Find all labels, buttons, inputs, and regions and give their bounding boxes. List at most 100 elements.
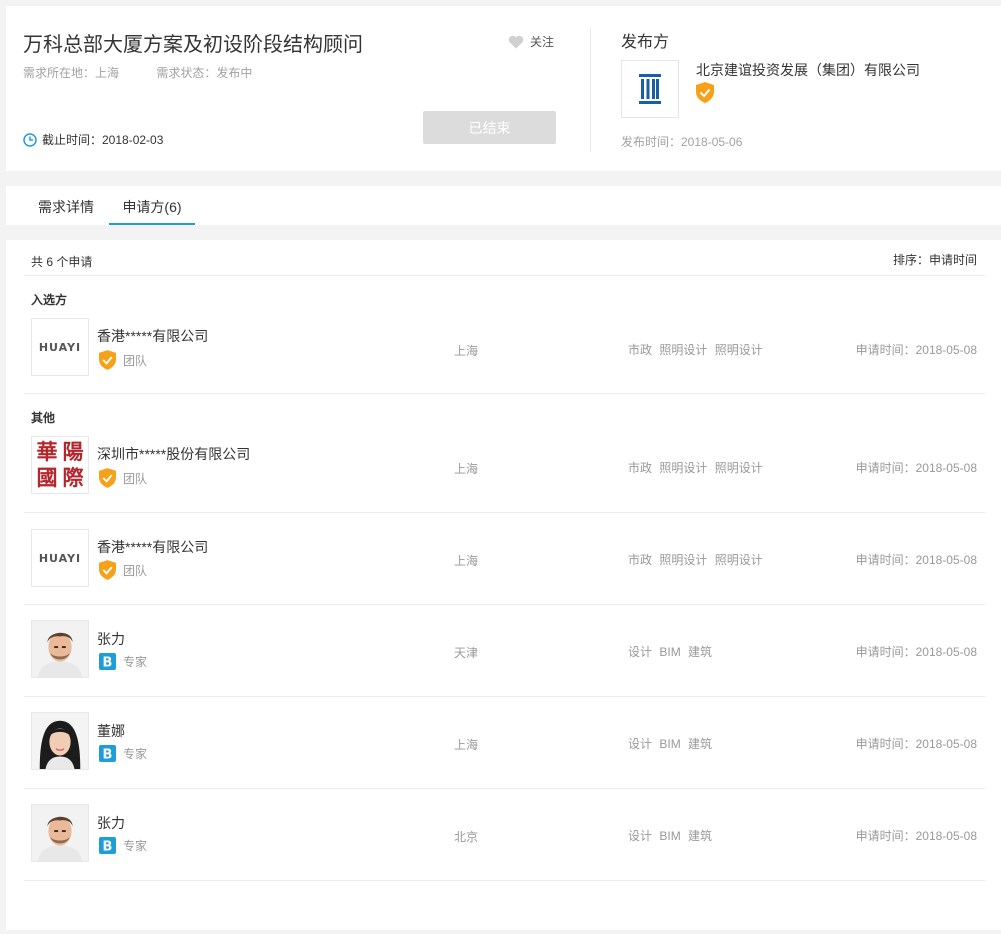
logo-char: 國 [36,465,58,490]
applicant-type: 专家 [123,655,148,669]
avatar[interactable]: HUAYI [31,318,89,376]
verified-shield-icon [99,468,116,488]
avatar[interactable] [31,804,89,862]
tag: 建筑 [688,829,713,843]
applicant-city: 上海 [454,344,479,358]
apply-time: 申请时间：2018-05-08 [855,343,977,357]
sort-control[interactable]: 排序：申请时间 [893,251,977,268]
applicant-tags: 市政 照明设计 照明设计 [628,459,767,476]
tag: 照明设计 [714,461,763,475]
apply-time: 申请时间：2018-05-08 [855,829,977,843]
divider [590,28,591,152]
apply-time: 申请时间：2018-05-08 [855,737,977,751]
applicant-type-badge: B 专家 [99,837,147,854]
expert-b-icon: B [99,745,116,762]
applicant-city: 上海 [454,738,479,752]
logo-char: 華 [36,439,58,464]
applicant-type-badge: 团队 [99,560,147,580]
applicant-tags: 市政 照明设计 照明设计 [628,551,767,568]
male-avatar-photo [32,805,88,861]
avatar[interactable] [31,712,89,770]
applicant-city: 天津 [454,646,479,660]
demand-meta: 需求所在地：上海 需求状态：发布中 [23,64,252,81]
clock-icon [23,132,37,147]
apply-time: 申请时间：2018-05-08 [855,645,977,659]
publisher-name[interactable]: 北京建谊投资发展（集团）有限公司 [696,60,920,80]
verified-badge [696,82,714,106]
tag: 市政 [628,553,653,567]
applicant-tags: 设计 BIM 建筑 [628,827,716,844]
applicant-type-badge: B 专家 [99,745,147,762]
applicant-name[interactable]: 张力 [97,813,125,833]
applicant-name[interactable]: 香港*****有限公司 [97,537,208,557]
applicant-name[interactable]: 董娜 [97,721,125,741]
follow-button[interactable]: 关注 [508,33,554,50]
applicant-type: 专家 [123,747,148,761]
pillar-logo-icon [639,74,661,104]
huayi-logo: HUAYI [38,340,82,354]
avatar[interactable]: HUAYI [31,529,89,587]
applicant-type-badge: 团队 [99,350,147,370]
applicant-name[interactable]: 张力 [97,629,125,649]
follow-label: 关注 [530,35,555,49]
list-item[interactable]: 華 陽 國 際 深圳市*****股份有限公司 团队 上海 市政 照明设计 照明设… [24,428,985,513]
applicant-tags: 设计 BIM 建筑 [628,643,716,660]
list-item[interactable]: 张力 B 专家 北京 设计 BIM 建筑 申请时间：2018-05-08 [24,789,985,881]
list-header: 共 6 个申请 排序：申请时间 [24,240,985,276]
avatar[interactable] [31,620,89,678]
list-item[interactable]: HUAYI 香港*****有限公司 团队 上海 市政 照明设计 照明设计 申请时… [24,513,985,605]
applicant-type: 团队 [123,471,148,486]
tag: 设计 [628,645,653,659]
tag: 市政 [628,343,653,357]
female-avatar-photo [32,713,88,769]
verified-shield-icon [99,350,116,370]
tab-bar: 需求详情 申请方(6) [6,186,1001,225]
applicant-city: 上海 [454,554,479,568]
expert-b-icon: B [99,837,116,854]
applicant-name[interactable]: 深圳市*****股份有限公司 [97,444,250,464]
publisher-logo[interactable] [621,60,679,118]
tag: BIM [659,645,681,659]
demand-location: 需求所在地：上海 [23,66,120,80]
svg-text:B: B [103,748,113,763]
list-item[interactable]: HUAYI 香港*****有限公司 团队 上海 市政 照明设计 照明设计 申请时… [24,310,985,394]
list-item[interactable]: 董娜 B 专家 上海 设计 BIM 建筑 申请时间：2018-05-08 [24,697,985,789]
tag: 市政 [628,461,653,475]
applicant-name[interactable]: 香港*****有限公司 [97,326,208,346]
applicant-type-badge: 团队 [99,468,147,488]
tag: 建筑 [688,737,713,751]
applicant-type: 团队 [123,563,148,578]
applicant-tags: 设计 BIM 建筑 [628,735,716,752]
tag: 照明设计 [659,461,708,475]
huayi-logo: HUAYI [38,551,82,565]
svg-text:B: B [103,656,113,671]
svg-text:B: B [103,840,113,855]
apply-time: 申请时间：2018-05-08 [855,461,977,475]
avatar[interactable]: 華 陽 國 際 [31,436,89,494]
male-avatar-photo [32,621,88,677]
verified-shield-icon [99,560,116,580]
tag: 设计 [628,737,653,751]
list-item[interactable]: 张力 B 专家 天津 设计 BIM 建筑 申请时间：2018-05-08 [24,605,985,697]
tag: 照明设计 [714,343,763,357]
applicant-type-badge: B 专家 [99,653,147,670]
publisher-label: 发布方 [621,34,670,51]
deadline: 截止时间：2018-02-03 [23,131,163,148]
tag: 照明设计 [714,553,763,567]
verified-shield-icon [696,82,714,103]
applicant-type: 专家 [123,839,148,853]
ended-button[interactable]: 已结束 [423,111,556,144]
tab-demand-details[interactable]: 需求详情 [38,186,94,225]
applicant-list: 共 6 个申请 排序：申请时间 入选方 HUAYI 香港*****有限公司 团队… [6,240,1001,930]
applicant-city: 上海 [454,462,479,476]
total-count: 共 6 个申请 [31,255,93,269]
tag: 照明设计 [659,343,708,357]
demand-header-card: 万科总部大厦方案及初设阶段结构顾问 需求所在地：上海 需求状态：发布中 关注 截… [6,6,1001,171]
logo-char: 際 [62,465,84,490]
apply-time: 申请时间：2018-05-08 [855,553,977,567]
expert-b-icon: B [99,653,116,670]
section-selected: 入选方 [31,293,68,307]
tag: 照明设计 [659,553,708,567]
applicant-tags: 市政 照明设计 照明设计 [628,341,767,358]
tab-applicants[interactable]: 申请方(6) [109,186,195,225]
